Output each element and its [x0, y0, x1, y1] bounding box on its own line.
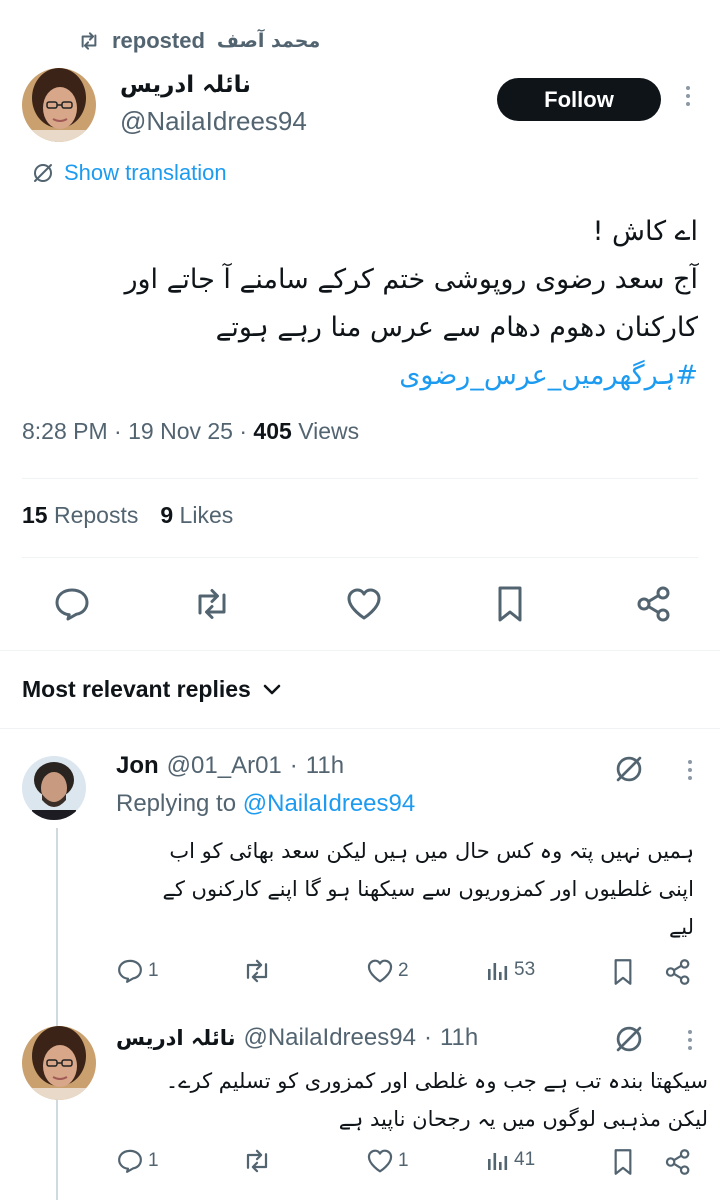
views-count: 405 [253, 418, 292, 444]
repost-label: reposted [112, 28, 205, 53]
tweet-action-bar [0, 582, 720, 626]
divider [22, 557, 698, 558]
tweet-date[interactable]: 19 Nov 25 [128, 418, 233, 444]
like-count: 1 [398, 1150, 409, 1171]
show-translation-link[interactable]: Show translation [32, 160, 227, 186]
reply-action-bar: 1 2 53 [116, 958, 696, 990]
thread-line [56, 828, 58, 1200]
share-icon[interactable] [664, 958, 692, 986]
translate-icon [32, 162, 54, 184]
tweet-line: اے کاش ! [592, 216, 698, 247]
reply-action-bar: 1 1 41 [116, 1148, 696, 1180]
tweet-line: کارکنان دھوم دھام سے عرس منا رہے ہوتے [215, 312, 698, 343]
follow-button[interactable]: Follow [497, 78, 661, 121]
views-label: Views [298, 418, 360, 444]
reposts-stat[interactable]: 15 Reposts [22, 502, 138, 529]
translate-icon[interactable] [614, 1024, 644, 1054]
tweet-line: آج سعد رضوی روپوشی ختم کرکے سامنے آ جاتے… [124, 264, 698, 295]
replying-to: Replying to @NailaIdrees94 [116, 790, 416, 817]
replying-to-handle[interactable]: @NailaIdrees94 [243, 790, 415, 817]
reply-icon[interactable]: 1 [116, 1148, 159, 1174]
replies-sort-label: Most relevant replies [22, 676, 251, 702]
hashtag-link[interactable]: #ہرگھرمیں_عرس_رضوی [38, 352, 698, 400]
repost-icon[interactable] [242, 958, 276, 984]
translate-icon[interactable] [614, 754, 644, 784]
tweet-meta: 8:28 PM · 19 Nov 25 · 405 Views [22, 418, 360, 444]
tweet-text: اے کاش ! آج سعد رضوی روپوشی ختم کرکے سام… [38, 208, 698, 400]
tweet-time[interactable]: 8:28 PM [22, 418, 108, 444]
more-options-icon[interactable] [688, 1030, 692, 1050]
reply-text: سیکھتا بندہ تب ہے جب وہ غلطی اور کمزوری … [165, 1069, 708, 1131]
views-icon[interactable]: 41 [486, 1148, 535, 1172]
bookmark-icon[interactable] [612, 1148, 634, 1176]
reply-time[interactable]: 11h [306, 752, 344, 780]
reply-count: 1 [148, 960, 159, 981]
reply-avatar[interactable] [22, 756, 86, 820]
more-options-icon[interactable] [688, 760, 692, 780]
reply-author-handle[interactable]: @NailaIdrees94 [243, 1024, 415, 1052]
like-icon[interactable]: 2 [366, 958, 409, 984]
more-options-icon[interactable] [686, 86, 690, 106]
bookmark-icon[interactable] [488, 582, 532, 626]
reply-text: ہمیں نہیں پتہ وہ کس حال میں ہیں لیکن سعد… [162, 839, 694, 939]
like-icon[interactable]: 1 [366, 1148, 409, 1174]
share-icon[interactable] [632, 582, 676, 626]
reply-author-name[interactable]: نائلہ ادریس [116, 1026, 235, 1050]
chevron-down-icon [263, 684, 281, 696]
section-divider [0, 650, 720, 651]
repost-icon[interactable] [242, 1148, 276, 1174]
show-translation-label: Show translation [64, 160, 227, 185]
repost-icon[interactable] [190, 582, 234, 626]
bookmark-icon[interactable] [612, 958, 634, 986]
views-count: 41 [514, 1149, 536, 1170]
author-handle[interactable]: @NailaIdrees94 [120, 106, 307, 137]
likes-stat[interactable]: 9 Likes [160, 502, 233, 529]
reply-time[interactable]: 11h [440, 1024, 478, 1052]
repost-icon [78, 31, 100, 51]
reply-author-handle[interactable]: @01_Ar01 [167, 752, 282, 780]
author-name[interactable]: نائلہ ادریس [120, 72, 251, 98]
reply-icon[interactable] [50, 582, 94, 626]
like-icon[interactable] [342, 582, 386, 626]
views-count: 53 [514, 959, 536, 980]
replies-sort-dropdown[interactable]: Most relevant replies [22, 676, 281, 703]
reply-header: نائلہ ادریس @NailaIdrees94 · 11h [116, 1024, 479, 1052]
like-count: 2 [398, 960, 409, 981]
section-divider [0, 728, 720, 729]
repost-context[interactable]: reposted محمد آصف [78, 26, 320, 56]
reposter-name[interactable]: محمد آصف [217, 30, 320, 52]
reply-header: Jon @01_Ar01 · 11h [116, 752, 345, 780]
reply-icon[interactable]: 1 [116, 958, 159, 984]
views-icon[interactable]: 53 [486, 958, 535, 982]
reply-author-name[interactable]: Jon [116, 752, 159, 780]
divider [22, 478, 698, 479]
author-avatar[interactable] [22, 68, 96, 142]
engagement-stats: 15 Reposts 9 Likes [22, 502, 233, 529]
reply-count: 1 [148, 1150, 159, 1171]
reply-avatar[interactable] [22, 1026, 96, 1100]
share-icon[interactable] [664, 1148, 692, 1176]
